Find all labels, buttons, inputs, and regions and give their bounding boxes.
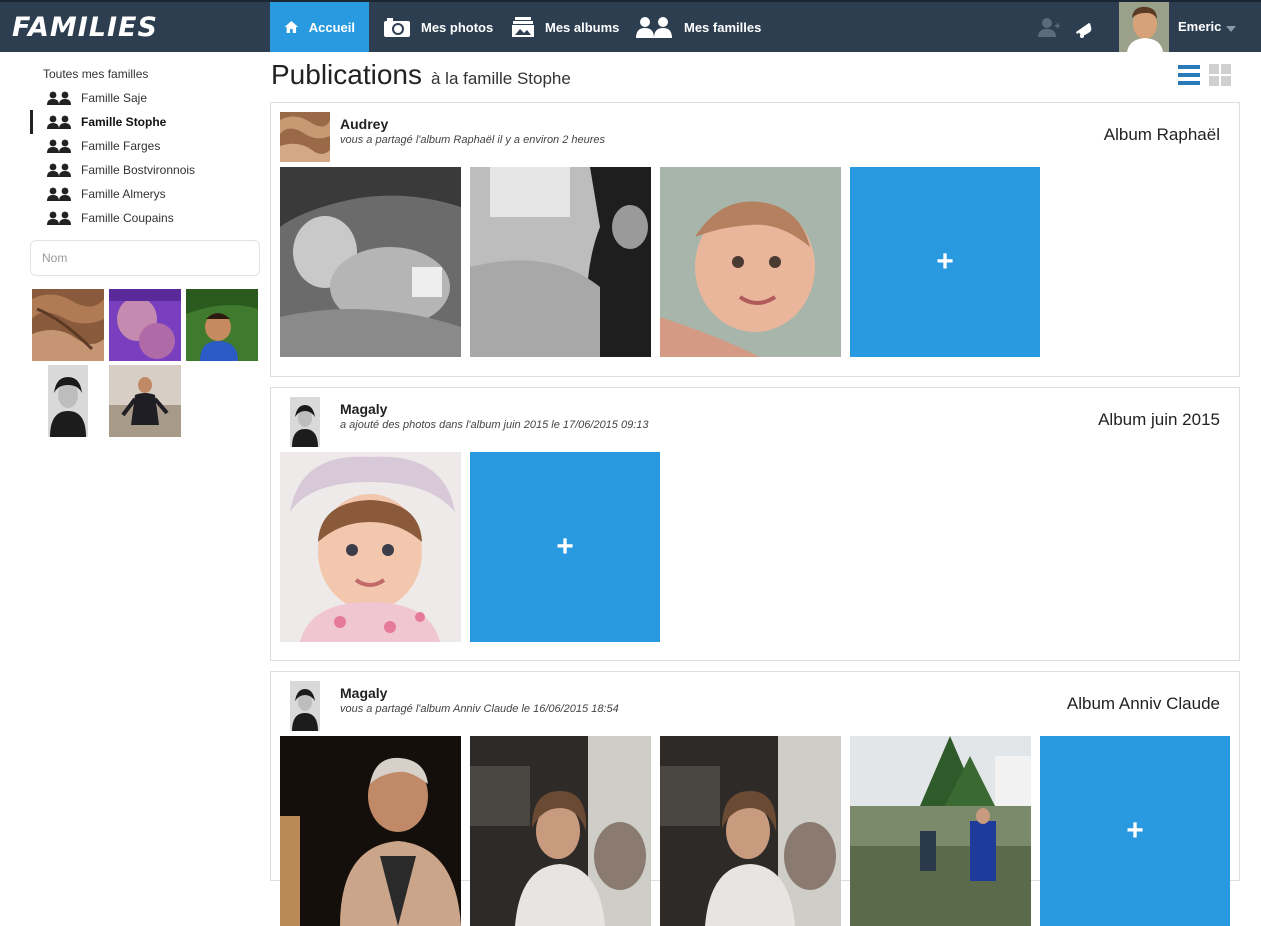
album-photo[interactable]: [280, 452, 461, 642]
view-more-button[interactable]: +: [850, 167, 1040, 357]
nav-mes-familles-label: Mes familles: [684, 19, 762, 35]
family-icon: [47, 211, 71, 225]
album-photo[interactable]: [280, 167, 461, 357]
nav-mes-photos[interactable]: Mes photos: [369, 2, 507, 52]
user-avatar: [1119, 2, 1169, 52]
sidebar-family-saje[interactable]: Famille Saje: [46, 88, 147, 108]
post-action: vous a partagé l'album Anniv Claude le 1…: [340, 703, 619, 715]
user-menu[interactable]: Emeric: [1119, 2, 1261, 52]
album-photo[interactable]: [470, 167, 651, 357]
add-user-icon[interactable]: [1037, 16, 1061, 38]
author-avatar[interactable]: [280, 681, 330, 731]
album-photo[interactable]: [470, 736, 651, 926]
post-album-title[interactable]: Album juin 2015: [1098, 410, 1220, 430]
family-icon: [47, 115, 71, 129]
album-photo[interactable]: [660, 736, 841, 926]
active-family-marker: [30, 110, 33, 134]
sidebar-family-label: Famille Coupains: [81, 211, 174, 225]
sidebar-family-label: Famille Stophe: [81, 115, 167, 129]
author-avatar[interactable]: [280, 397, 330, 447]
post-card: Audrey vous a partagé l'album Raphaël il…: [270, 102, 1240, 377]
post-album-title[interactable]: Album Raphaël: [1104, 125, 1220, 145]
page-title: Publications à la famille Stophe: [271, 59, 571, 91]
nav-accueil-label: Accueil: [308, 19, 355, 35]
chevron-down-icon: [1226, 26, 1236, 32]
member-thumbnail[interactable]: [109, 289, 181, 361]
post-album-title[interactable]: Album Anniv Claude: [1067, 694, 1220, 714]
camera-icon: [384, 18, 410, 37]
family-icon: [47, 91, 71, 105]
post-author[interactable]: Magaly: [340, 685, 387, 701]
post-card: Magaly a ajouté des photos dans l'album …: [270, 387, 1240, 661]
families-logo[interactable]: FAMILIES: [12, 12, 158, 43]
home-icon: [284, 20, 299, 34]
post-card: Magaly vous a partagé l'album Anniv Clau…: [270, 671, 1240, 926]
nav-mes-photos-label: Mes photos: [421, 19, 494, 35]
nav-mes-familles[interactable]: Mes familles: [620, 2, 775, 52]
member-search-input[interactable]: [30, 240, 260, 276]
top-navbar: FAMILIES Accueil Mes photos Mes albums M…: [0, 0, 1261, 52]
member-thumbnail[interactable]: [32, 365, 104, 437]
grid-view-icon[interactable]: [1209, 64, 1231, 86]
family-icon: [47, 139, 71, 153]
sidebar-family-almerys[interactable]: Famille Almerys: [46, 184, 166, 204]
post-author[interactable]: Magaly: [340, 401, 387, 417]
list-view-icon[interactable]: [1178, 64, 1200, 86]
album-photo[interactable]: [850, 736, 1031, 926]
album-photo[interactable]: [280, 736, 461, 926]
post-author[interactable]: Audrey: [340, 116, 388, 132]
member-thumbnail[interactable]: [186, 289, 258, 361]
sidebar-family-coupains[interactable]: Famille Coupains: [46, 208, 174, 228]
bell-icon[interactable]: [1074, 18, 1094, 38]
sidebar-family-label: Famille Almerys: [81, 187, 166, 201]
user-name: Emeric: [1178, 19, 1222, 34]
publications-title: Publications: [271, 59, 422, 90]
album-icon: [512, 17, 534, 37]
view-more-button[interactable]: +: [470, 452, 660, 642]
member-thumbnail[interactable]: [32, 289, 104, 361]
post-action: a ajouté des photos dans l'album juin 20…: [340, 419, 649, 431]
sidebar-family-label: Famille Bostvironnois: [81, 163, 196, 177]
author-avatar[interactable]: [280, 112, 330, 162]
nav-mes-albums[interactable]: Mes albums: [497, 2, 633, 52]
family-icon: [636, 17, 672, 38]
family-icon: [47, 163, 71, 177]
member-thumbnail[interactable]: [109, 365, 181, 437]
nav-accueil[interactable]: Accueil: [270, 2, 369, 52]
publications-subtitle: à la famille Stophe: [430, 69, 571, 88]
sidebar-family-bostvironnois[interactable]: Famille Bostvironnois: [46, 160, 195, 180]
view-more-button[interactable]: +: [1040, 736, 1230, 926]
sidebar-family-label: Famille Saje: [81, 91, 148, 105]
post-action: vous a partagé l'album Raphaël il y a en…: [340, 134, 606, 146]
sidebar-family-label: Famille Farges: [81, 139, 161, 153]
sidebar-family-stophe[interactable]: Famille Stophe: [46, 112, 166, 132]
sidebar-family-farges[interactable]: Famille Farges: [46, 136, 160, 156]
family-icon: [47, 187, 71, 201]
sidebar-title[interactable]: Toutes mes familles: [43, 67, 148, 81]
album-photo[interactable]: [660, 167, 841, 357]
nav-mes-albums-label: Mes albums: [545, 19, 620, 35]
